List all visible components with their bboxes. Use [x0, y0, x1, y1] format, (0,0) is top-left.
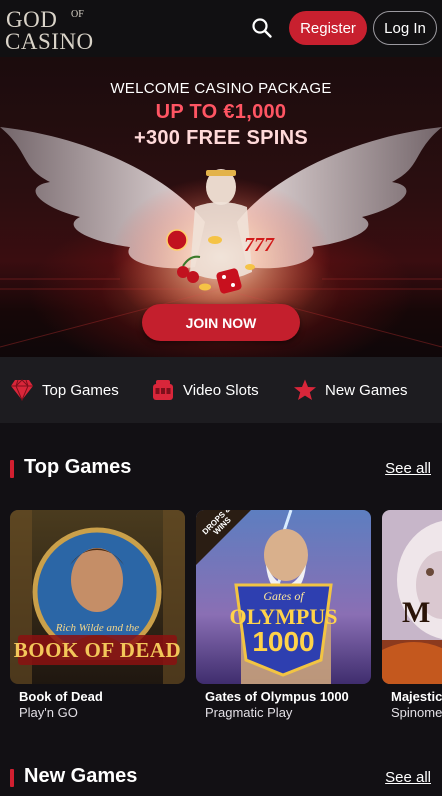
top-header: GOD OF CASINO Register Log In	[0, 0, 442, 57]
category-label: Video Slots	[183, 381, 259, 399]
diamond-icon	[10, 378, 34, 402]
welcome-banner: 777 WELCOME CASINO PACKAGE UP TO €1,000 …	[0, 57, 442, 357]
art-title: BOOK OF DEAD	[13, 638, 182, 662]
slot-machine-icon	[151, 378, 175, 402]
site-logo[interactable]: GOD OF CASINO	[5, 6, 93, 53]
section-accent-bar	[10, 460, 14, 478]
category-label: Top Games	[42, 381, 119, 399]
category-new-games[interactable]: New Games	[293, 357, 408, 423]
art-subtitle: Rich Wilde and the	[55, 622, 140, 634]
search-icon[interactable]	[250, 16, 274, 40]
category-label: New Games	[325, 381, 408, 399]
art-subtitle: Gates of	[263, 589, 304, 603]
login-button[interactable]: Log In	[373, 11, 437, 45]
join-now-button[interactable]: JOIN NOW	[142, 304, 300, 341]
game-card-book-of-dead[interactable]: Rich Wilde and the BOOK OF DEAD Book of …	[10, 510, 185, 720]
logo-text-casino: CASINO	[5, 29, 94, 54]
game-thumbnail[interactable]: M	[382, 510, 442, 684]
game-card-majestic[interactable]: M Majestic Spinome	[382, 510, 442, 720]
new-games-header: New Games See all	[0, 765, 442, 795]
art-title: M	[402, 596, 431, 629]
game-thumbnail[interactable]: Rich Wilde and the BOOK OF DEAD	[10, 510, 185, 684]
category-video-slots[interactable]: Video Slots	[151, 357, 259, 423]
game-card-gates-of-olympus-1000[interactable]: DROPS & WINS Gates of OLYMPUS 1000 Gates…	[196, 510, 371, 720]
art-number: 1000	[252, 626, 315, 657]
free-spins-text: +300 FREE SPINS	[133, 127, 309, 149]
register-button[interactable]: Register	[289, 11, 367, 45]
category-top-games[interactable]: Top Games	[10, 357, 119, 423]
section-accent-bar	[10, 769, 14, 787]
section-title: Top Games	[24, 456, 132, 478]
section-title: New Games	[24, 765, 138, 787]
bonus-amount-text: UP TO €1,000	[155, 101, 287, 123]
logo-text-god: GOD	[6, 7, 58, 32]
game-name: Book of Dead	[19, 689, 103, 704]
star-icon	[293, 378, 317, 402]
top-games-header: Top Games See all	[0, 456, 442, 486]
game-provider: Pragmatic Play	[205, 705, 293, 720]
logo-text-of: OF	[71, 9, 84, 20]
category-bar: Top Games Video Slots New Games	[0, 357, 442, 423]
game-provider: Play'n GO	[19, 705, 78, 720]
game-name: Gates of Olympus 1000	[205, 689, 349, 704]
welcome-package-text: WELCOME CASINO PACKAGE	[110, 80, 332, 97]
see-all-top-games-link[interactable]: See all	[385, 460, 431, 477]
svg-text:777: 777	[244, 234, 275, 256]
game-thumbnail[interactable]: DROPS & WINS Gates of OLYMPUS 1000	[196, 510, 371, 684]
game-provider: Spinome	[391, 705, 442, 720]
top-games-carousel[interactable]: Rich Wilde and the BOOK OF DEAD Book of …	[0, 510, 442, 722]
game-name: Majestic	[391, 689, 442, 704]
see-all-new-games-link[interactable]: See all	[385, 769, 431, 786]
